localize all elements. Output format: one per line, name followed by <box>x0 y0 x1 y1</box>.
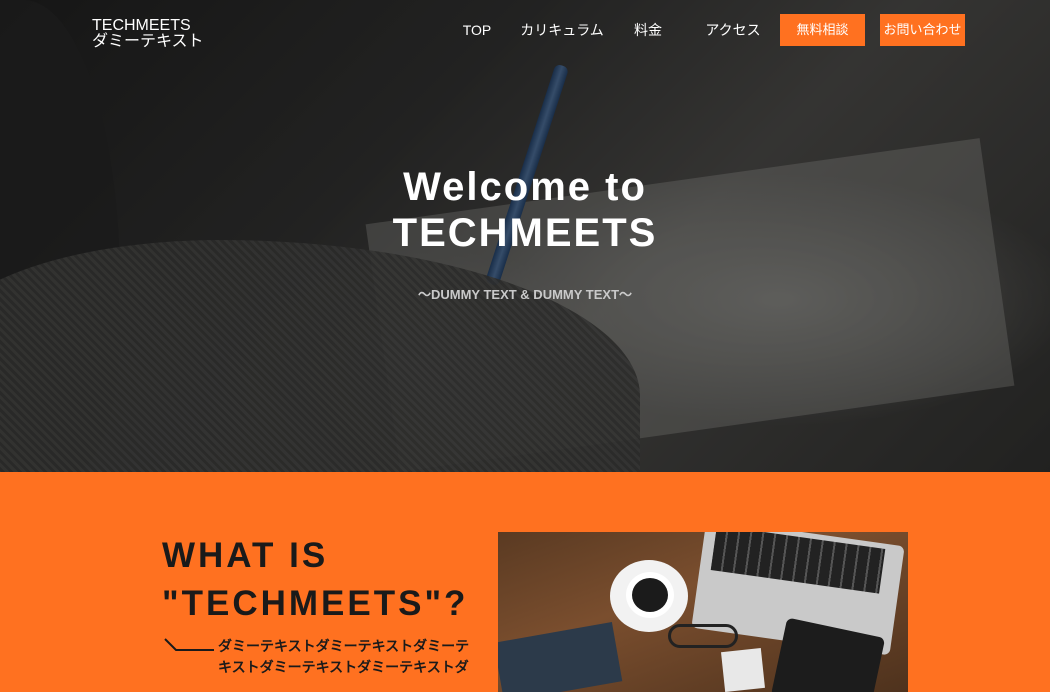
main-nav: TOP カリキュラム 料金 アクセス 無料相談 お問い合わせ <box>0 14 1050 46</box>
about-title: WHAT IS "TECHMEETS"? <box>162 532 482 628</box>
about-title-line-2: "TECHMEETS"? <box>162 584 469 623</box>
hero-title: Welcome to TECHMEETS <box>0 164 1050 256</box>
nav-item-top[interactable]: TOP <box>454 14 500 46</box>
nav-item-price[interactable]: 料金 <box>625 14 671 46</box>
photo-glasses <box>668 624 738 648</box>
about-accent-line <box>164 638 214 651</box>
photo-polaroid <box>721 648 765 692</box>
photo-coffee-cup <box>626 572 674 618</box>
hero-title-line-2: TECHMEETS <box>392 211 658 255</box>
about-photo <box>498 532 908 692</box>
about-section: WHAT IS "TECHMEETS"? ダミーテキストダミーテキストダミーテキ… <box>0 472 1050 692</box>
contact-button[interactable]: お問い合わせ <box>880 14 965 46</box>
hero-section: TECHMEETS ダミーテキスト TOP カリキュラム 料金 アクセス 無料相… <box>0 0 1050 472</box>
photo-notebook <box>498 622 623 692</box>
about-description: ダミーテキストダミーテキストダミーテキストダミーテキストダミーテキストダ <box>218 638 470 675</box>
hero-title-line-1: Welcome to <box>403 165 647 209</box>
hero-subtitle: 〜DUMMY TEXT & DUMMY TEXT〜 <box>417 287 633 302</box>
nav-item-access[interactable]: アクセス <box>700 14 766 46</box>
about-title-line-1: WHAT IS <box>162 536 329 575</box>
free-consultation-button[interactable]: 無料相談 <box>780 14 865 46</box>
nav-item-curriculum[interactable]: カリキュラム <box>518 14 606 46</box>
